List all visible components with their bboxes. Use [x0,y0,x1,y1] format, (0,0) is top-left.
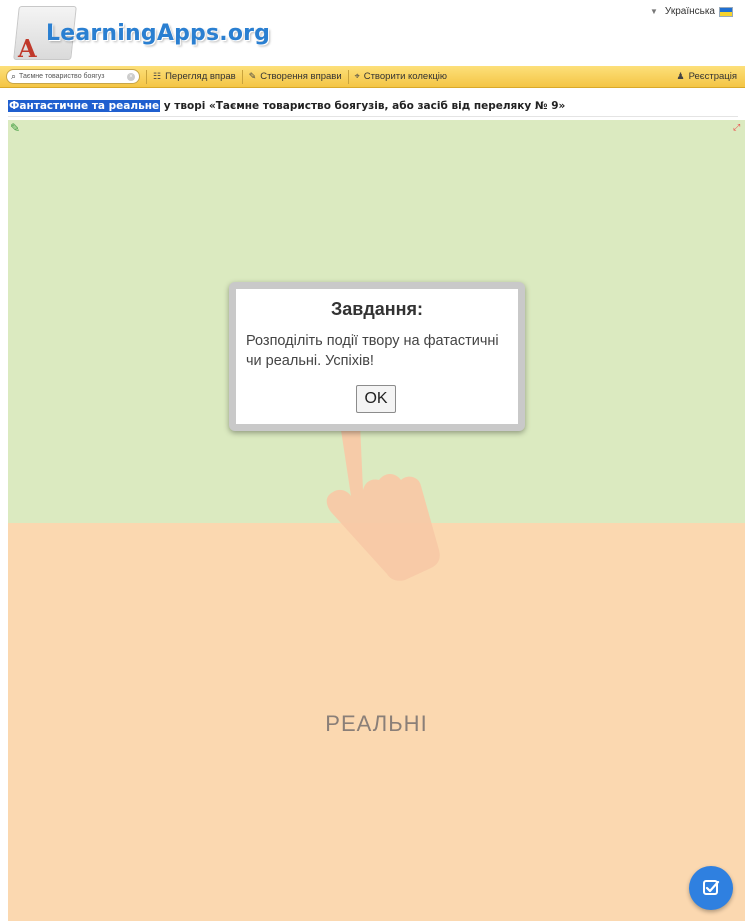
search-value: Таємне товариство боягуз [19,73,105,80]
dialog-title: Завдання: [330,299,424,319]
drop-zone-real[interactable]: РЕАЛЬНІ [8,523,745,921]
check-answers-button[interactable] [689,866,733,910]
title-rest: у творі «Таємне товариство боягузів, або… [160,100,566,112]
divider [8,116,738,117]
pointing-hand-icon [326,414,440,581]
app-frame: РЕАЛЬНІ ✎ ⤢ Завдання: Розподіліть події … [8,120,745,921]
language-selector[interactable]: ▼ Українська [650,6,733,17]
search-icon: ⌕ [11,71,17,81]
nav-divider [347,69,349,84]
chevron-down-icon: ▼ [650,7,658,16]
nav-create-label: Створення вправи [260,71,342,82]
user-icon: ♟ [676,71,685,81]
title-highlight: Фантастичне та реальне [8,100,161,112]
nav-browse-exercises[interactable]: ☷ Перегляд вправ [153,71,236,82]
page-title: Фантастичне та реальне у творі «Таємне т… [8,100,565,112]
help-icon[interactable]: ✎ [10,122,22,134]
ok-button[interactable]: OK [356,385,396,413]
main-navbar: ⌕ Таємне товариство боягуз × ☷ Перегляд … [0,66,745,88]
zone-label-real: РЕАЛЬНІ [325,711,428,736]
flag-icon [719,6,733,17]
search-input[interactable]: ⌕ Таємне товариство боягуз × [6,69,140,84]
nav-register-label: Реєстрація [688,71,737,82]
page: A LearningApps.org ▼ Українська ⌕ Таємне… [0,0,745,921]
logo-text: LearningApps.org [46,21,271,46]
dialog-text: Розподіліть події твору на фатастичні чи… [246,333,499,369]
learningapps-logo[interactable]: A LearningApps.org [12,4,270,63]
fullscreen-icon[interactable]: ⤢ [733,122,743,132]
task-dialog: Завдання: Розподіліть події твору на фат… [229,282,525,431]
logo-a-icon: A [18,34,37,63]
collection-icon: ⌖ [354,71,360,81]
language-label: Українська [664,6,715,17]
pencil-icon: ✎ [248,71,257,81]
nav-create-exercise[interactable]: ✎ Створення вправи [249,71,342,82]
nav-divider [241,69,243,84]
nav-browse-label: Перегляд вправ [165,71,236,82]
nav-register[interactable]: ♟ Реєстрація [677,71,738,82]
check-icon [703,880,720,895]
site-header: A LearningApps.org ▼ Українська [0,0,745,66]
grid-icon: ☷ [153,71,162,81]
nav-collection-label: Створити колекцію [363,71,448,82]
clear-icon[interactable]: × [127,72,135,81]
nav-divider [146,69,147,84]
nav-create-collection[interactable]: ⌖ Створити колекцію [355,71,447,82]
